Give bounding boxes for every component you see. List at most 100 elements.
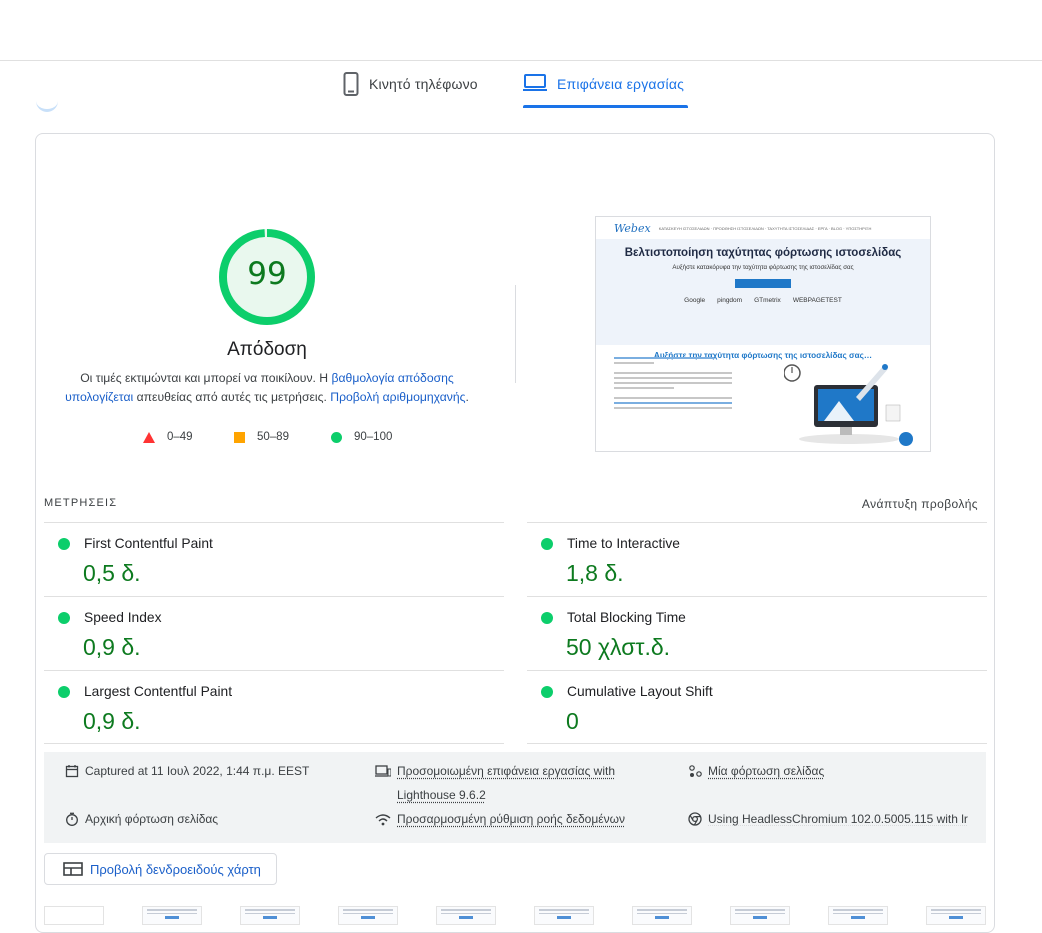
- throttling-text: Προσαρμοσμένη ρύθμιση ροής δεδομένων: [397, 812, 625, 826]
- metric-lcp: Largest Contentful Paint 0,9 δ.: [44, 670, 504, 744]
- nodes-icon: [689, 765, 702, 777]
- filmstrip-frame: [436, 906, 496, 925]
- filmstrip-frame: [534, 906, 594, 925]
- pingdom-logo: pingdom: [717, 297, 743, 304]
- metric-value: 0: [566, 708, 579, 734]
- device-tabs: Κινητό τηλέφωνο Επιφάνεια εργασίας: [0, 62, 1042, 110]
- desktop-device-icon: [375, 765, 391, 777]
- screenshot-tool-logos: Google pingdom GTmetrix WEBPAGETEST: [596, 297, 930, 304]
- initial-load-text: Αρχική φόρτωση σελίδας: [85, 812, 219, 826]
- initial-page-load: Αρχική φόρτωση σελίδας: [65, 812, 218, 826]
- chrome-icon: [688, 812, 702, 826]
- final-screenshot[interactable]: Webex ΚΑΤΑΣΚΕΥΗ ΙΣΤΟΣΕΛΙΔΩΝ · ΠΡΟΩΘΗΣΗ Ι…: [595, 216, 931, 452]
- filmstrip-frame: [142, 906, 202, 925]
- rocket-illustration: [784, 364, 913, 446]
- metric-cls: Cumulative Layout Shift 0: [527, 670, 987, 744]
- desc-text-2: απευθείας από αυτές τις μετρήσεις.: [133, 390, 331, 404]
- metric-name: Time to Interactive: [567, 536, 680, 551]
- browser-info[interactable]: Using HeadlessChromium 102.0.5005.115 wi…: [688, 812, 984, 826]
- calendar-icon: [65, 765, 79, 778]
- legend-fail-label: 0–49: [167, 431, 193, 443]
- treemap-icon: [63, 862, 83, 876]
- desc-text-3: .: [465, 390, 469, 404]
- tab-desktop[interactable]: Επιφάνεια εργασίας: [523, 72, 684, 108]
- metric-value: 50 χλστ.δ.: [566, 634, 671, 660]
- collapsed-gauge-stub: [36, 100, 58, 112]
- captured-at: Captured at 11 Ιουλ 2022, 1:44 π.μ. EEST: [65, 764, 309, 778]
- legend-average-label: 50–89: [257, 431, 289, 443]
- tab-desktop-label: Επιφάνεια εργασίας: [557, 76, 685, 92]
- metric-speed-index: Speed Index 0,9 δ.: [44, 596, 504, 670]
- active-tab-indicator: [523, 105, 688, 108]
- captured-text: Captured at 11 Ιουλ 2022, 1:44 π.μ. EEST: [85, 764, 310, 778]
- gtmetrix-logo: GTmetrix: [754, 297, 781, 304]
- filmstrip-frame: [240, 906, 300, 925]
- single-load-text: Μία φόρτωση σελίδας: [708, 764, 825, 778]
- legend-pass-label: 90–100: [354, 431, 393, 443]
- emulation-text-line-2: Lighthouse 9.6.2: [397, 788, 486, 802]
- pass-dot-icon: [541, 686, 553, 698]
- calculator-link[interactable]: Προβολή αριθμομηχανής: [330, 390, 465, 404]
- stopwatch-icon: [66, 812, 78, 826]
- filmstrip-frame: [730, 906, 790, 925]
- screenshot-headline: Βελτιστοποίηση ταχύτητας φόρτωσης ιστοσε…: [624, 247, 902, 259]
- tab-mobile[interactable]: Κινητό τηλέφωνο: [343, 72, 478, 108]
- performance-score: 99: [247, 256, 287, 292]
- emulation-text-line-1: Προσομοιωμένη επιφάνεια εργασίας with: [397, 764, 616, 778]
- treemap-label: Προβολή δενδροειδούς χάρτη: [90, 861, 261, 877]
- desc-text-1: Οι τιμές εκτιμώνται και μπορεί να ποικίλ…: [80, 371, 332, 385]
- browser-text: Using HeadlessChromium 102.0.5005.115 wi…: [708, 812, 968, 826]
- screenshot-cta: [735, 279, 791, 288]
- google-logo: Google: [684, 297, 706, 304]
- network-throttling[interactable]: Προσαρμοσμένη ρύθμιση ροής δεδομένων: [375, 812, 625, 826]
- legend-fail: 0–49: [143, 429, 193, 445]
- emulated-device[interactable]: Προσομοιωμένη επιφάνεια εργασίας with Li…: [375, 759, 615, 807]
- metric-tti: Time to Interactive 1,8 δ.: [527, 522, 987, 596]
- expand-view-toggle[interactable]: Ανάπτυξη προβολής: [862, 497, 978, 511]
- single-page-load[interactable]: Μία φόρτωση σελίδας: [688, 764, 824, 778]
- filmstrip-frame: [632, 906, 692, 925]
- treemap-button[interactable]: Προβολή δενδροειδούς χάρτη: [44, 853, 277, 885]
- pass-dot-icon: [58, 538, 70, 550]
- filmstrip: [44, 906, 986, 925]
- circle-icon: [331, 431, 342, 443]
- pass-dot-icon: [58, 612, 70, 624]
- legend-pass: 90–100: [331, 429, 392, 445]
- filmstrip-frame: [828, 906, 888, 925]
- screenshot-nav-text: ΚΑΤΑΣΚΕΥΗ ΙΣΤΟΣΕΛΙΔΩΝ · ΠΡΟΩΘΗΣΗ ΙΣΤΟΣΕΛ…: [658, 225, 872, 231]
- screenshot-logo: Webex: [614, 221, 651, 235]
- filmstrip-frame: [926, 906, 986, 925]
- top-bar: [0, 0, 1042, 61]
- tab-mobile-label: Κινητό τηλέφωνο: [369, 76, 478, 92]
- metric-name: Cumulative Layout Shift: [567, 684, 713, 699]
- metric-fcp: First Contentful Paint 0,5 δ.: [44, 522, 504, 596]
- screenshot-body-text: [614, 357, 734, 412]
- vertical-divider: [515, 285, 516, 383]
- metric-name: Largest Contentful Paint: [84, 684, 233, 699]
- laptop-icon: [523, 74, 547, 91]
- square-icon: [234, 431, 245, 443]
- screenshot-hero: Βελτιστοποίηση ταχύτητας φόρτωσης ιστοσε…: [596, 239, 930, 345]
- filmstrip-frame-blank: [44, 906, 104, 925]
- screenshot-subline: Αυξήστε κατακόρυφα την ταχύτητα φόρτωσης…: [672, 264, 854, 271]
- metric-value: 0,9 δ.: [83, 708, 141, 734]
- filmstrip-frame: [338, 906, 398, 925]
- triangle-icon: [143, 431, 155, 443]
- pass-dot-icon: [541, 538, 553, 550]
- metric-value: 0,9 δ.: [83, 634, 141, 660]
- webpagetest-logo: WEBPAGETEST: [792, 297, 842, 304]
- metrics-title: ΜΕΤΡΗΣΕΙΣ: [44, 497, 118, 509]
- legend-average: 50–89: [234, 429, 289, 445]
- metric-value: 1,8 δ.: [566, 560, 624, 586]
- performance-title: Απόδοση: [227, 339, 307, 360]
- phone-icon: [343, 72, 359, 96]
- metric-name: First Contentful Paint: [84, 536, 213, 551]
- metric-name: Speed Index: [84, 610, 162, 625]
- pass-dot-icon: [541, 612, 553, 624]
- screenshot-nav: Webex ΚΑΤΑΣΚΕΥΗ ΙΣΤΟΣΕΛΙΔΩΝ · ΠΡΟΩΘΗΣΗ Ι…: [596, 217, 930, 239]
- wifi-icon: [375, 814, 391, 826]
- performance-description: Οι τιμές εκτιμώνται και μπορεί να ποικίλ…: [62, 369, 472, 407]
- metric-value: 0,5 δ.: [83, 560, 141, 586]
- metric-tbt: Total Blocking Time 50 χλστ.δ.: [527, 596, 987, 670]
- metric-name: Total Blocking Time: [567, 610, 686, 625]
